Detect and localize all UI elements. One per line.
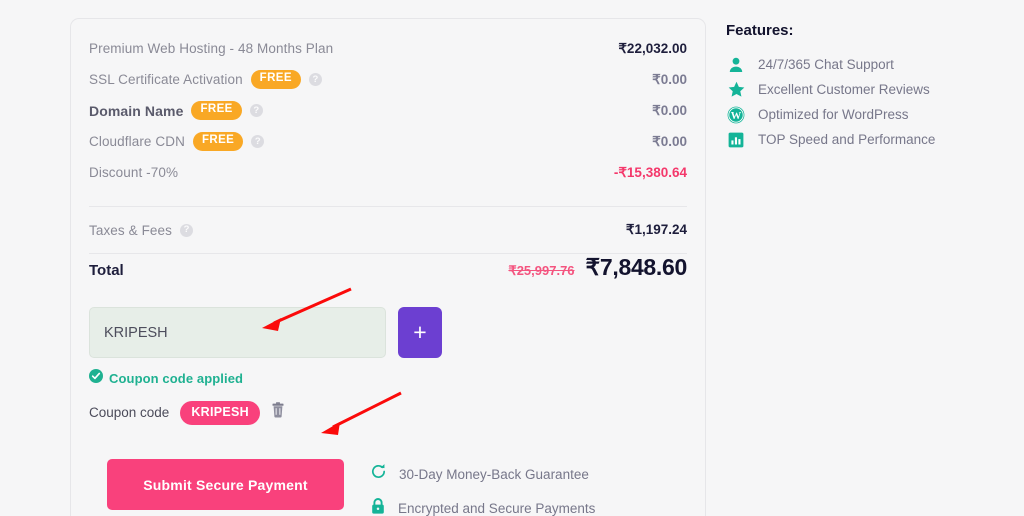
- checkout-page: Premium Web Hosting - 48 Months Plan ₹22…: [0, 0, 1024, 516]
- trash-icon[interactable]: [271, 402, 285, 423]
- coupon-input[interactable]: [89, 307, 386, 358]
- applied-coupon-label: Coupon code: [89, 405, 170, 421]
- free-badge: FREE: [192, 132, 244, 151]
- apply-coupon-button[interactable]: +: [398, 307, 442, 358]
- feature-item-reviews: Excellent Customer Reviews: [726, 77, 1006, 102]
- coupon-applied-status: Coupon code applied: [89, 369, 687, 388]
- svg-text:W: W: [731, 110, 742, 121]
- order-item-left: SSL Certificate Activation FREE ?: [89, 70, 322, 89]
- total-prices: ₹25,997.76 ₹7,848.60: [508, 254, 687, 281]
- order-item-price: ₹0.00: [652, 133, 687, 149]
- applied-coupon-row: Coupon code KRIPESH: [89, 401, 687, 425]
- order-item-left: Cloudflare CDN FREE ?: [89, 132, 265, 151]
- order-item-row: Premium Web Hosting - 48 Months Plan ₹22…: [89, 33, 687, 64]
- feature-item-wordpress: W Optimized for WordPress: [726, 102, 1006, 127]
- order-item-label: Discount -70%: [89, 165, 179, 180]
- trust-badges: 30-Day Money-Back Guarantee Encrypted an…: [370, 459, 595, 516]
- order-items-list: Premium Web Hosting - 48 Months Plan ₹22…: [89, 33, 687, 308]
- total-row: Total ₹25,997.76 ₹7,848.60: [89, 254, 687, 308]
- order-item-row-discount: Discount -70% -₹15,380.64: [89, 157, 687, 188]
- order-item-price: ₹0.00: [652, 71, 687, 87]
- order-item-left: Premium Web Hosting - 48 Months Plan: [89, 41, 333, 56]
- order-item-row: Domain Name FREE ? ₹0.00: [89, 95, 687, 126]
- help-icon[interactable]: ?: [251, 135, 265, 148]
- check-circle-icon: [89, 369, 103, 388]
- feature-label: TOP Speed and Performance: [758, 132, 936, 147]
- coupon-input-row: +: [89, 307, 687, 358]
- help-icon[interactable]: ?: [179, 223, 193, 237]
- order-item-label: Domain Name: [89, 102, 184, 119]
- taxes-price: ₹1,197.24: [625, 222, 687, 237]
- order-item-row: Cloudflare CDN FREE ? ₹0.00: [89, 126, 687, 157]
- submit-secure-payment-button[interactable]: Submit Secure Payment: [107, 459, 344, 510]
- features-title: Features:: [726, 22, 794, 39]
- order-item-price: -₹15,380.64: [613, 164, 687, 180]
- wordpress-icon: W: [726, 106, 746, 124]
- applied-coupon-badge: KRIPESH: [180, 401, 260, 425]
- order-item-price: ₹0.00: [652, 102, 687, 118]
- order-item-label: SSL Certificate Activation: [89, 72, 243, 87]
- trust-text: 30-Day Money-Back Guarantee: [399, 466, 589, 482]
- feature-label: Optimized for WordPress: [758, 107, 909, 122]
- order-summary-card: Premium Web Hosting - 48 Months Plan ₹22…: [70, 18, 706, 516]
- feature-label: Excellent Customer Reviews: [758, 82, 930, 97]
- order-item-price: ₹22,032.00: [618, 40, 687, 56]
- features-panel: Features: 24/7/365 Chat Support Excellen…: [726, 22, 1006, 152]
- order-item-left: Discount -70%: [89, 165, 178, 180]
- coupon-applied-text: Coupon code applied: [109, 371, 244, 386]
- trust-row-encrypted: Encrypted and Secure Payments: [370, 497, 595, 516]
- taxes-left: Taxes & Fees ?: [89, 223, 193, 238]
- person-icon: [726, 57, 746, 73]
- order-item-label: Premium Web Hosting - 48 Months Plan: [89, 41, 334, 56]
- order-item-label: Cloudflare CDN: [89, 134, 185, 149]
- total-price: ₹7,848.60: [585, 254, 688, 280]
- star-icon: [726, 81, 746, 98]
- total-label: Total: [89, 262, 124, 279]
- help-icon[interactable]: ?: [308, 73, 322, 86]
- feature-item-speed: TOP Speed and Performance: [726, 127, 1006, 152]
- coupon-section: + Coupon code applied Coupon code KRIPES…: [89, 307, 687, 516]
- refresh-icon: [370, 463, 387, 485]
- trust-row-money-back: 30-Day Money-Back Guarantee: [370, 463, 595, 485]
- help-icon[interactable]: ?: [249, 104, 263, 117]
- free-badge: FREE: [250, 70, 301, 89]
- feature-item-chat-support: 24/7/365 Chat Support: [726, 52, 1006, 77]
- submit-section: Submit Secure Payment 30-Day Money-Back …: [107, 459, 595, 516]
- taxes-label: Taxes & Fees: [89, 222, 172, 238]
- bar-chart-icon: [726, 132, 746, 148]
- free-badge: FREE: [191, 101, 242, 120]
- lock-icon: [370, 497, 386, 516]
- taxes-row: Taxes & Fees ? ₹1,197.24: [89, 207, 687, 253]
- feature-label: 24/7/365 Chat Support: [758, 57, 894, 72]
- order-item-row: SSL Certificate Activation FREE ? ₹0.00: [89, 64, 687, 95]
- total-original-price: ₹25,997.76: [508, 263, 575, 278]
- order-item-left: Domain Name FREE ?: [89, 101, 263, 120]
- trust-text: Encrypted and Secure Payments: [398, 501, 596, 516]
